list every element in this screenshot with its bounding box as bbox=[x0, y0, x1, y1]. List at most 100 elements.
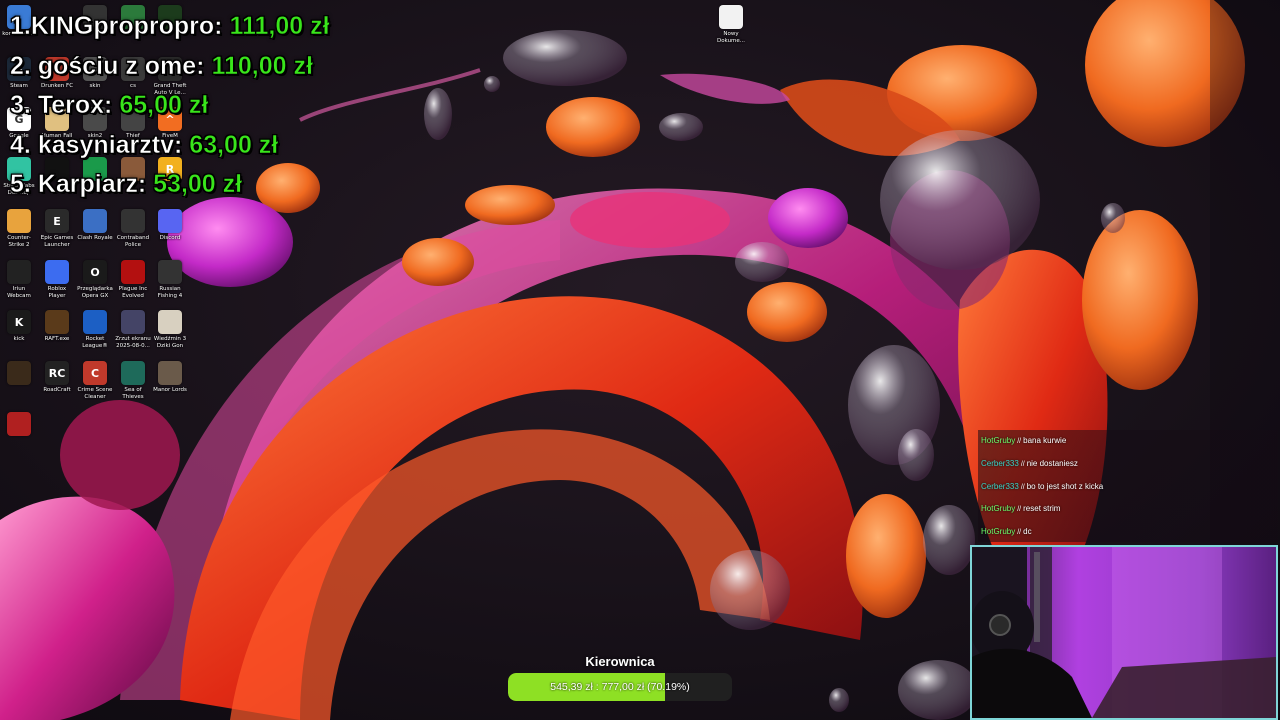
raft-icon[interactable]: RAFT.exe bbox=[39, 310, 75, 343]
epic-games-icon[interactable]: E Epic Games Launcher bbox=[39, 209, 75, 248]
game-icon: RC bbox=[45, 361, 69, 385]
epic-icon: E bbox=[45, 209, 69, 233]
leaderboard-amount: 53,00 zł bbox=[153, 170, 243, 199]
game-icon bbox=[83, 209, 107, 233]
leaderboard-name: kasyniarztv: bbox=[37, 130, 183, 159]
leaderboard-rank: 4. bbox=[10, 130, 31, 159]
chat-separator: // bbox=[1017, 506, 1022, 514]
chat-message: Cerber333//nie dostaniesz bbox=[978, 453, 1278, 476]
game-icon bbox=[158, 361, 182, 385]
desktop-icon-label: Wiedźmin 3 Dziki Gon bbox=[153, 336, 187, 349]
chat-text: bo to jest shot z kicka bbox=[1026, 481, 1104, 491]
chat-separator: // bbox=[1020, 460, 1025, 468]
desktop-icon-label: Plague Inc Evolved bbox=[118, 286, 148, 299]
chat-username: HotGruby bbox=[981, 436, 1016, 445]
leaderboard-amount: 110,00 zł bbox=[211, 51, 313, 80]
chat-separator: // bbox=[1017, 529, 1022, 537]
webcam-feed bbox=[970, 545, 1278, 720]
leaderboard-amount: 63,00 zł bbox=[189, 130, 279, 159]
desktop-icon-label: Russian Fishing 4 bbox=[157, 286, 183, 299]
discord-icon bbox=[158, 209, 182, 233]
clash-royale-icon[interactable]: Clash Royale bbox=[77, 209, 113, 242]
iriun-webcam-icon[interactable]: Iriun Webcam bbox=[1, 260, 37, 299]
leaderboard-rank: 5. bbox=[10, 170, 31, 199]
leaderboard-name: gościu z ome: bbox=[37, 51, 205, 80]
screenshot-icon[interactable]: Zrzut ekranu 2025-08-0... bbox=[115, 310, 151, 349]
roblox-icon bbox=[45, 260, 69, 284]
tc-icon[interactable] bbox=[1, 361, 37, 387]
leaderboard-rank: 2. bbox=[10, 51, 31, 80]
leaderboard-entry: 4. kasyniarztv: 63,00 zł bbox=[10, 127, 330, 167]
desktop-icon-label: Contraband Police bbox=[116, 235, 150, 248]
opera-icon: O bbox=[83, 260, 107, 284]
leaderboard-entry: 2. gościu z ome: 110,00 zł bbox=[10, 48, 330, 88]
chat-message: Cerber333//bo to jest shot z kicka bbox=[978, 476, 1278, 499]
desktop-icon-label: Iriun Webcam bbox=[7, 286, 31, 299]
biohazard-icon bbox=[121, 260, 145, 284]
counter-strike-icon[interactable]: Counter-Strike 2 bbox=[1, 209, 37, 248]
desktop-icon-label: Crime Scene Cleaner bbox=[77, 387, 113, 400]
nowy-dokument-icon[interactable]: Nowy Dokume... bbox=[713, 5, 749, 44]
desktop-icon-label: Rocket League® bbox=[82, 336, 108, 349]
plague-inc-icon[interactable]: Plague Inc Evolved bbox=[115, 260, 151, 299]
leaderboard-entry: 1.KINGpropropro: 111,00 zł bbox=[10, 8, 330, 48]
chat-text: dc bbox=[1023, 527, 1032, 537]
discord-icon[interactable]: Discord bbox=[152, 209, 188, 242]
bus-icon[interactable] bbox=[1, 412, 37, 438]
webcam-icon bbox=[7, 260, 31, 284]
chat-username: Cerber333 bbox=[981, 481, 1019, 491]
game-icon bbox=[121, 361, 145, 385]
image-icon bbox=[121, 310, 145, 334]
leaderboard-rank: 3. bbox=[10, 91, 31, 120]
leaderboard-amount: 65,00 zł bbox=[119, 91, 209, 120]
game-icon bbox=[7, 209, 31, 233]
leaderboard-amount: 111,00 zł bbox=[229, 12, 330, 41]
desktop-icon-label: Sea of Thieves bbox=[122, 387, 144, 400]
game-icon: C bbox=[83, 361, 107, 385]
rocket-league-icon[interactable]: Rocket League® bbox=[77, 310, 113, 349]
desktop-icon-label: RAFT.exe bbox=[44, 336, 70, 342]
game-icon bbox=[7, 361, 31, 385]
opera-gx-icon[interactable]: O Przeglądarka Opera GX bbox=[77, 260, 113, 299]
desktop-icon-label: Roblox Player bbox=[47, 286, 67, 299]
crime-scene-cleaner-icon[interactable]: C Crime Scene Cleaner bbox=[77, 361, 113, 400]
game-icon bbox=[158, 310, 182, 334]
witcher-icon[interactable]: Wiedźmin 3 Dziki Gon bbox=[152, 310, 188, 349]
webcam-image bbox=[972, 547, 1276, 718]
game-icon bbox=[121, 209, 145, 233]
kick-icon: K bbox=[7, 310, 31, 334]
chat-separator: // bbox=[1017, 438, 1022, 445]
chat-username: HotGruby bbox=[981, 504, 1016, 514]
game-icon bbox=[158, 260, 182, 284]
goal-progress-bar: 545,39 zł : 777,00 zł (70.19%) bbox=[508, 673, 732, 701]
sea-of-thieves-icon[interactable]: Sea of Thieves bbox=[115, 361, 151, 400]
goal-progress-text: 545,39 zł : 777,00 zł (70.19%) bbox=[550, 681, 690, 693]
donation-leaderboard: 1.KINGpropropro: 111,00 zł 2. gościu z o… bbox=[10, 8, 330, 206]
rocket-league-icon bbox=[83, 310, 107, 334]
chat-username: HotGruby bbox=[981, 527, 1016, 537]
russian-fishing-icon[interactable]: Russian Fishing 4 bbox=[152, 260, 188, 299]
game-icon bbox=[7, 412, 31, 436]
desktop-icon-label: Discord bbox=[159, 235, 181, 241]
leaderboard-name: Karpiarz: bbox=[37, 170, 147, 199]
roadcraft-icon[interactable]: RC RoadCraft bbox=[39, 361, 75, 394]
desktop-icon-label: Epic Games Launcher bbox=[40, 235, 74, 248]
leaderboard-name: KINGpropropro: bbox=[30, 12, 223, 41]
desktop-icon-label: Nowy Dokume... bbox=[716, 31, 746, 44]
leaderboard-entry: 3. Terox: 65,00 zł bbox=[10, 87, 330, 127]
desktop-icon-label: RoadCraft bbox=[43, 387, 71, 393]
stream-chat-overlay: HotGruby//bana kurwie Cerber333//nie dos… bbox=[978, 430, 1278, 542]
contraband-police-icon[interactable]: Contraband Police bbox=[115, 209, 151, 248]
desktop-icon-label: Manor Lords bbox=[153, 387, 187, 393]
chat-text: reset strim bbox=[1023, 504, 1061, 514]
desktop-icon-label: Przeglądarka Opera GX bbox=[77, 286, 113, 299]
desktop-icon-label: Zrzut ekranu 2025-08-0... bbox=[115, 336, 151, 349]
leaderboard-entry: 5. Karpiarz: 53,00 zł bbox=[10, 166, 330, 206]
kick-icon[interactable]: Kkick bbox=[1, 310, 37, 343]
goal-title: Kierownica bbox=[585, 654, 655, 669]
document-icon bbox=[719, 5, 743, 29]
roblox-player-icon[interactable]: Roblox Player bbox=[39, 260, 75, 299]
manor-lords-icon[interactable]: Manor Lords bbox=[152, 361, 188, 394]
desktop-icon-label: Counter-Strike 2 bbox=[7, 235, 31, 248]
game-icon bbox=[45, 310, 69, 334]
